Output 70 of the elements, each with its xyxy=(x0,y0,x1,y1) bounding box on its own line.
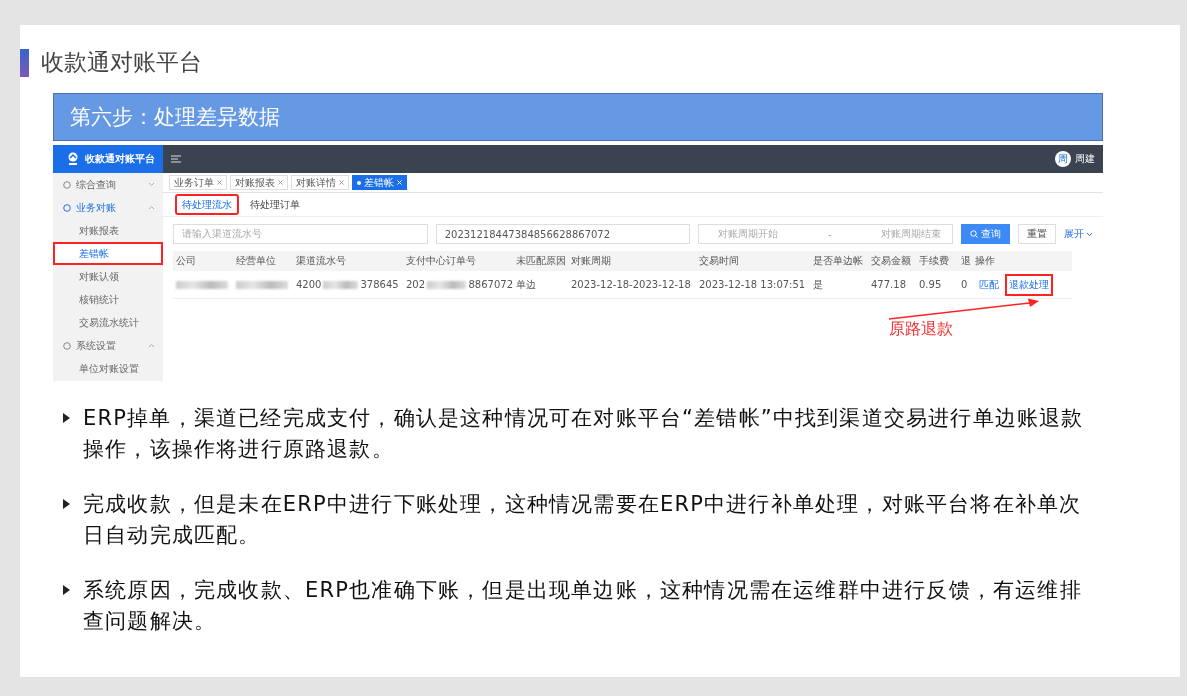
query-button[interactable]: 查询 xyxy=(961,224,1010,244)
page-tab[interactable]: 差错帐 xyxy=(352,175,407,190)
sub-tab[interactable]: 待处理订单 xyxy=(243,194,307,215)
reset-button[interactable]: 重置 xyxy=(1018,224,1056,244)
annotation-text: 原路退款 xyxy=(889,319,953,340)
user-avatar[interactable]: 周 xyxy=(1055,151,1071,167)
chevron-icon xyxy=(148,205,155,210)
bullet-icon xyxy=(62,412,71,424)
step-banner: 第六步：处理差异数据 xyxy=(53,93,1103,141)
sidebar-item[interactable]: 系统设置 xyxy=(53,334,163,357)
title-accent-bar xyxy=(20,48,29,77)
chevron-icon xyxy=(1086,231,1093,237)
slide-title: 收款通对账平台 xyxy=(41,48,202,77)
sidebar-item[interactable]: 单位对账设置 xyxy=(53,357,163,380)
table-cell: 4200 xyxy=(296,279,322,290)
expand-link[interactable]: 展开 xyxy=(1064,227,1093,241)
table-cell: 2023-12-18-2023-12-18 xyxy=(571,279,691,290)
chevron-icon xyxy=(148,343,155,348)
column-header: 渠道流水号 xyxy=(293,251,403,271)
input-field[interactable]: 20231218447384856628867072 xyxy=(435,224,691,244)
bullet-icon xyxy=(62,498,71,510)
redacted-block xyxy=(323,280,359,289)
column-header: 操作 xyxy=(972,251,1072,271)
action-link[interactable]: 退款处理 xyxy=(1005,273,1053,296)
table-cell: 0.95 xyxy=(919,279,942,290)
bullet-text: 系统原因，完成收款、ERP也准确下账，但是出现单边账，这种情况需在运维群中进行反馈，有运维排查问题解决。 xyxy=(83,577,1083,635)
table-cell: 477.18 xyxy=(871,279,906,290)
chevron-icon xyxy=(148,182,155,187)
page-tab[interactable]: 对账报表 xyxy=(230,175,288,190)
redacted-block xyxy=(236,280,288,289)
bullet-text: ERP掉单，渠道已经完成支付，确认是这种情况可在对账平台“差错帐”中找到渠道交易进行单边账退款操作，该操作将进行原路退款。 xyxy=(83,405,1085,463)
user-name: 周建 xyxy=(1075,152,1095,166)
table-cell: 2023-12-18 13:07:51 xyxy=(699,279,806,290)
table-cell: 202 xyxy=(406,279,426,290)
redacted-block xyxy=(176,280,228,289)
close-icon[interactable] xyxy=(339,180,344,185)
sidebar-item[interactable]: 对账报表 xyxy=(53,219,163,242)
sidebar-item[interactable]: 对账认领 xyxy=(53,265,163,288)
table-cell: 单边 xyxy=(516,277,536,292)
app-name: 收款通对账平台 xyxy=(85,152,155,166)
table-cell: 8867072 xyxy=(468,279,513,290)
column-header: 交易金额 xyxy=(868,251,916,271)
bullet-text: 完成收款，但是未在ERP中进行下账处理，这种情况需要在ERP中进行补单处理，对账平台将在补单次日自动完成匹配。 xyxy=(83,491,1083,549)
page-tab[interactable]: 对账详情 xyxy=(291,175,349,190)
sidebar-item[interactable]: 交易流水统计 xyxy=(53,311,163,334)
search-icon xyxy=(970,230,978,238)
close-icon[interactable] xyxy=(278,180,283,185)
close-icon[interactable] xyxy=(217,180,222,185)
column-header: 手续费 xyxy=(916,251,958,271)
column-header: 经营单位 xyxy=(233,251,293,271)
column-header: 公司 xyxy=(173,251,233,271)
redacted-block xyxy=(427,280,467,289)
column-header: 支付中心订单号 xyxy=(403,251,513,271)
sidebar-item[interactable]: 业务对账 xyxy=(53,196,163,219)
table-cell: 是 xyxy=(813,277,823,292)
table-cell: 0 xyxy=(961,279,968,290)
table-cell: 378645 xyxy=(360,279,399,290)
column-header: 未匹配原因 xyxy=(513,251,568,271)
sub-tab[interactable]: 待处理流水 xyxy=(175,194,239,215)
sidebar-item[interactable]: 核销统计 xyxy=(53,288,163,311)
column-header: 是否单边帐 xyxy=(810,251,868,271)
column-header: 退 xyxy=(958,251,972,271)
column-header: 对账周期 xyxy=(568,251,696,271)
action-link[interactable]: 匹配 xyxy=(975,273,1003,296)
logo-icon xyxy=(67,152,79,166)
sidebar-item[interactable]: 综合查询 xyxy=(53,173,163,196)
column-header: 交易时间 xyxy=(696,251,810,271)
bullet-icon xyxy=(62,584,71,596)
sidebar-item[interactable]: 差错帐 xyxy=(53,242,163,265)
page-tab[interactable]: 业务订单 xyxy=(169,175,227,190)
